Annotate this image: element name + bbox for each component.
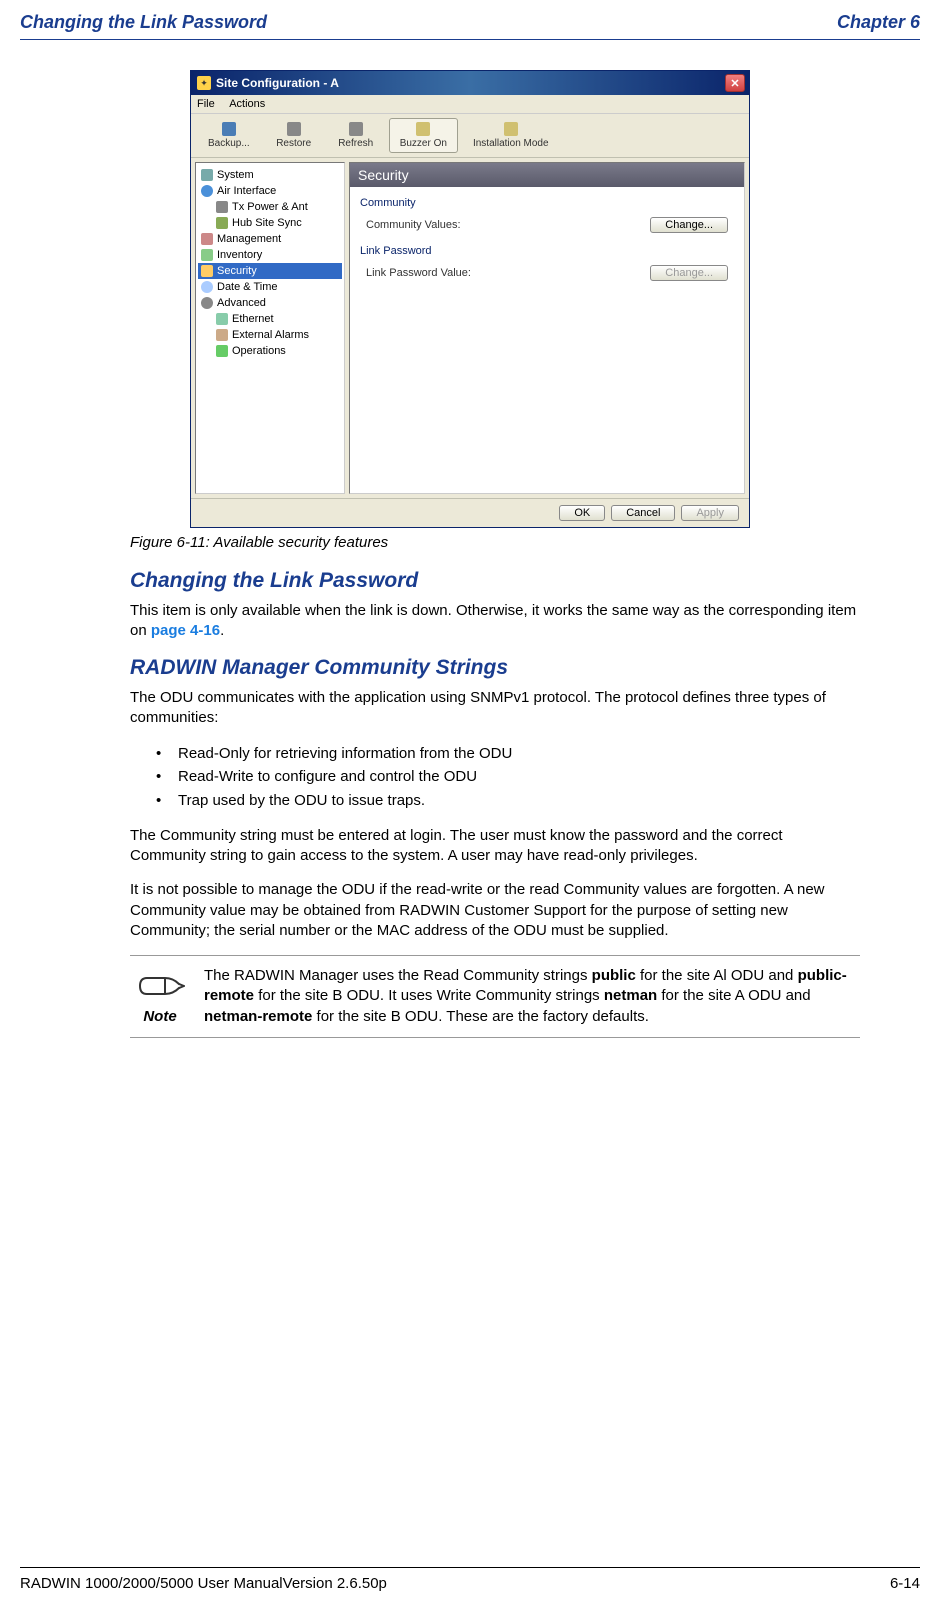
disk-icon: [222, 122, 236, 136]
tree-air-interface[interactable]: Air Interface: [198, 183, 342, 199]
pointing-hand-icon: [135, 966, 185, 1006]
tree-ethernet[interactable]: Ethernet: [198, 311, 342, 327]
paragraph: The ODU communicates with the applicatio…: [130, 688, 860, 729]
tree-advanced[interactable]: Advanced: [198, 295, 342, 311]
link-password-label: Link Password Value:: [366, 267, 496, 279]
restore-button[interactable]: Restore: [265, 118, 323, 153]
advanced-icon: [201, 297, 213, 309]
titlebar: ✦ Site Configuration - A ✕: [191, 71, 749, 95]
refresh-button[interactable]: Refresh: [327, 118, 385, 153]
note-block: Note The RADWIN Manager uses the Read Co…: [130, 955, 860, 1038]
ok-button[interactable]: OK: [559, 505, 605, 521]
paragraph: The Community string must be entered at …: [130, 826, 860, 867]
page-reference-link[interactable]: page 4-16: [151, 622, 220, 639]
link-password-group: Link Password Link Password Value: Chang…: [360, 245, 734, 283]
footer-manual-version: RADWIN 1000/2000/5000 User ManualVersion…: [20, 1575, 387, 1592]
panel-title: Security: [350, 163, 744, 187]
ethernet-icon: [216, 313, 228, 325]
tree-external-alarms[interactable]: External Alarms: [198, 327, 342, 343]
header-chapter: Chapter 6: [837, 12, 920, 33]
restore-icon: [287, 122, 301, 136]
tree-system[interactable]: System: [198, 167, 342, 183]
toolbar: Backup... Restore Refresh Buzzer On Inst…: [191, 114, 749, 158]
app-icon: ✦: [197, 76, 211, 90]
hub-icon: [216, 217, 228, 229]
buzzer-button[interactable]: Buzzer On: [389, 118, 458, 153]
community-group: Community Community Values: Change...: [360, 197, 734, 235]
dialog-footer: OK Cancel Apply: [191, 498, 749, 527]
apply-button: Apply: [681, 505, 739, 521]
menu-file[interactable]: File: [197, 98, 215, 110]
paragraph: It is not possible to manage the ODU if …: [130, 880, 860, 941]
cancel-button[interactable]: Cancel: [611, 505, 675, 521]
clock-icon: [201, 281, 213, 293]
section-heading-link-password: Changing the Link Password: [130, 569, 860, 593]
backup-button[interactable]: Backup...: [197, 118, 261, 153]
menu-actions[interactable]: Actions: [229, 98, 265, 110]
operations-icon: [216, 345, 228, 357]
bullet-list: Read-Only for retrieving information fro…: [150, 742, 860, 812]
section-heading-community-strings: RADWIN Manager Community Strings: [130, 656, 860, 680]
mgmt-icon: [201, 233, 213, 245]
antenna-icon: [216, 201, 228, 213]
nav-tree: System Air Interface Tx Power & Ant Hub …: [195, 162, 345, 494]
note-label: Note: [143, 1008, 176, 1025]
community-values-label: Community Values:: [366, 219, 496, 231]
close-icon[interactable]: ✕: [725, 74, 745, 92]
tree-management[interactable]: Management: [198, 231, 342, 247]
air-icon: [201, 185, 213, 197]
window-title: Site Configuration - A: [216, 76, 725, 90]
list-item: Trap used by the ODU to issue traps.: [150, 789, 860, 812]
tree-operations[interactable]: Operations: [198, 343, 342, 359]
list-item: Read-Only for retrieving information fro…: [150, 742, 860, 765]
install-icon: [504, 122, 518, 136]
community-group-label: Community: [360, 197, 734, 209]
figure-caption: Figure 6-11: Available security features: [130, 534, 860, 551]
paragraph: This item is only available when the lin…: [130, 601, 860, 642]
alarm-icon: [216, 329, 228, 341]
site-config-dialog: ✦ Site Configuration - A ✕ File Actions …: [190, 70, 750, 528]
system-icon: [201, 169, 213, 181]
header-section-title: Changing the Link Password: [20, 12, 267, 33]
refresh-icon: [349, 122, 363, 136]
security-panel: Security Community Community Values: Cha…: [349, 162, 745, 494]
link-password-group-label: Link Password: [360, 245, 734, 257]
list-item: Read-Write to configure and control the …: [150, 765, 860, 788]
footer-page-number: 6-14: [890, 1575, 920, 1592]
buzzer-icon: [416, 122, 430, 136]
tree-tx-power[interactable]: Tx Power & Ant: [198, 199, 342, 215]
tree-inventory[interactable]: Inventory: [198, 247, 342, 263]
note-text: The RADWIN Manager uses the Read Communi…: [204, 966, 860, 1027]
tree-date-time[interactable]: Date & Time: [198, 279, 342, 295]
menubar: File Actions: [191, 95, 749, 114]
tree-security[interactable]: Security: [198, 263, 342, 279]
community-change-button[interactable]: Change...: [650, 217, 728, 233]
inventory-icon: [201, 249, 213, 261]
install-mode-button[interactable]: Installation Mode: [462, 118, 560, 153]
security-icon: [201, 265, 213, 277]
tree-hub-sync[interactable]: Hub Site Sync: [198, 215, 342, 231]
footer-rule: [20, 1567, 920, 1568]
link-password-change-button: Change...: [650, 265, 728, 281]
